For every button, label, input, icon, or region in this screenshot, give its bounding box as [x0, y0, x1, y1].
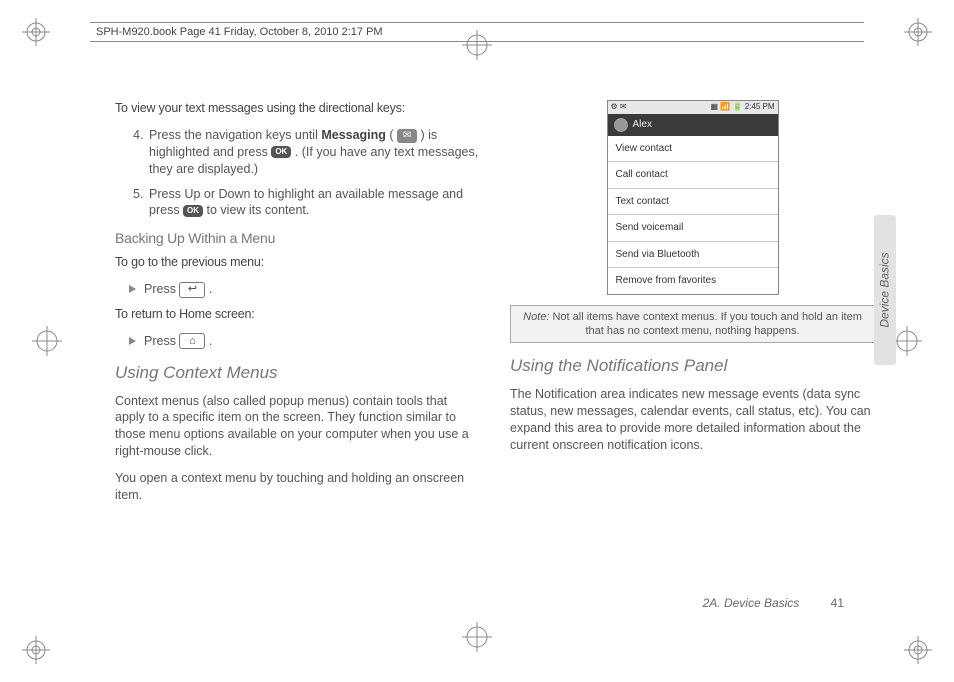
menu-item-view-contact: View contact — [608, 136, 778, 163]
register-mark-icon — [32, 326, 62, 356]
phone-context-header: Alex — [608, 114, 778, 136]
crop-mark-icon — [904, 18, 932, 46]
note-text: Not all items have context menus. If you… — [549, 311, 861, 337]
section-tab: Device Basics — [874, 215, 896, 365]
messaging-icon — [397, 129, 417, 143]
step-number: 4. — [133, 127, 149, 178]
step-text: ( — [386, 128, 397, 142]
menu-item-remove-favorites: Remove from favorites — [608, 268, 778, 294]
step-text: to view its content. — [207, 203, 310, 217]
left-column: To view your text messages using the dir… — [115, 100, 480, 610]
step-number: 5. — [133, 186, 149, 220]
triangle-bullet-icon — [129, 337, 136, 345]
return-home-text: To return to Home screen: — [115, 306, 480, 323]
goto-prev-text: To go to the previous menu: — [115, 254, 480, 271]
footer-section: 2A. Device Basics — [703, 596, 800, 610]
context-paragraph-2: You open a context menu by touching and … — [115, 470, 480, 504]
section-tab-label: Device Basics — [878, 252, 892, 327]
home-key-icon: ⌂ — [179, 333, 205, 349]
context-paragraph-1: Context menus (also called popup menus) … — [115, 393, 480, 461]
book-header: SPH-M920.book Page 41 Friday, October 8,… — [90, 22, 864, 42]
contact-name: Alex — [633, 118, 652, 132]
notifications-paragraph: The Notification area indicates new mess… — [510, 386, 875, 454]
step-text: Press the navigation keys until — [149, 128, 321, 142]
phone-status-bar: ⚙ ✉ ▦ 📶 🔋 2:45 PM — [608, 101, 778, 114]
messaging-label: Messaging — [321, 128, 386, 142]
page-number: 41 — [831, 596, 844, 610]
triangle-bullet-icon — [129, 285, 136, 293]
intro-text: To view your text messages using the dir… — [115, 100, 480, 117]
menu-item-send-bluetooth: Send via Bluetooth — [608, 242, 778, 269]
heading-backing-up: Backing Up Within a Menu — [115, 229, 480, 248]
avatar-icon — [614, 118, 628, 132]
crop-mark-icon — [22, 18, 50, 46]
register-mark-icon — [892, 326, 922, 356]
step-4: 4. Press the navigation keys until Messa… — [133, 127, 480, 178]
press-label: Press — [144, 334, 179, 348]
press-back-line: Press ↩ . — [129, 281, 480, 298]
right-column: ⚙ ✉ ▦ 📶 🔋 2:45 PM Alex View contact Call… — [510, 100, 875, 610]
note-box: Note: Not all items have context menus. … — [510, 305, 875, 344]
ok-key-icon: OK — [183, 205, 203, 217]
register-mark-icon — [462, 622, 492, 652]
press-home-line: Press ⌂ . — [129, 333, 480, 350]
back-key-icon: ↩ — [179, 282, 205, 298]
menu-item-call-contact: Call contact — [608, 162, 778, 189]
step-5: 5. Press Up or Down to highlight an avai… — [133, 186, 480, 220]
page-content: To view your text messages using the dir… — [115, 100, 875, 610]
page-footer: 2A. Device Basics 41 — [703, 596, 844, 610]
status-left-icons: ⚙ ✉ — [611, 102, 627, 113]
heading-notifications-panel: Using the Notifications Panel — [510, 355, 875, 378]
step-list: 4. Press the navigation keys until Messa… — [133, 127, 480, 219]
note-label: Note: — [523, 311, 549, 323]
crop-mark-icon — [22, 636, 50, 664]
crop-mark-icon — [904, 636, 932, 664]
menu-item-send-voicemail: Send voicemail — [608, 215, 778, 242]
ok-key-icon: OK — [271, 146, 291, 158]
press-label: Press — [144, 282, 179, 296]
heading-context-menus: Using Context Menus — [115, 362, 480, 385]
phone-screenshot: ⚙ ✉ ▦ 📶 🔋 2:45 PM Alex View contact Call… — [607, 100, 779, 295]
menu-item-text-contact: Text contact — [608, 189, 778, 216]
status-right-icons: ▦ 📶 🔋 2:45 PM — [711, 102, 775, 113]
